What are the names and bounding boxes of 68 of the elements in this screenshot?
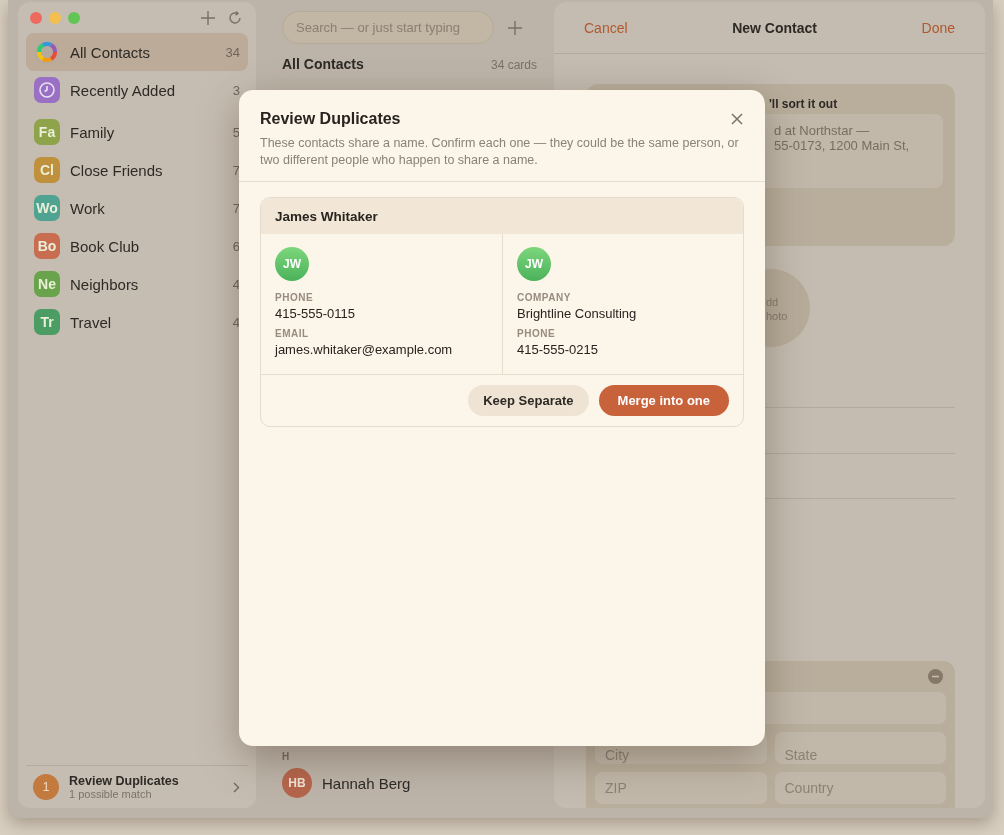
notes-text: 55-0173, 1200 Main St, (774, 138, 911, 153)
field-label: PHONE (517, 328, 557, 339)
group-count: 4 (232, 314, 240, 330)
review-title: Review Duplicates (69, 774, 180, 788)
field-label: PHONE (275, 292, 315, 303)
card-count: 34 cards (490, 58, 537, 72)
group-initials-icon: Tr (34, 309, 60, 335)
sidebar-item[interactable]: Recently Added 3 (26, 71, 248, 109)
group-count: 7 (232, 162, 240, 178)
keep-separate-button[interactable]: Keep Separate (468, 385, 589, 416)
color-ring-icon (34, 39, 60, 65)
close-button[interactable] (729, 111, 745, 127)
group-initials-icon: Wo (34, 195, 60, 221)
group-label: Close Friends (70, 161, 164, 179)
sidebar-item[interactable]: Cl Close Friends 7 (26, 151, 248, 189)
plus-icon[interactable] (201, 10, 215, 25)
field-label: EMAIL (275, 328, 310, 339)
group-initials-icon: Cl (34, 157, 60, 183)
zoom-icon[interactable] (68, 11, 80, 24)
group-label: Book Club (70, 237, 141, 255)
group-count: 7 (232, 200, 240, 216)
count-badge: 1 (33, 774, 59, 800)
review-duplicates-row[interactable]: 1 Review Duplicates 1 possible match (26, 765, 248, 800)
group-initials-icon: Fa (34, 119, 60, 145)
duplicate-name: James Whitaker (261, 198, 743, 234)
refresh-icon[interactable] (228, 10, 242, 25)
remove-icon[interactable] (928, 669, 943, 684)
group-label: Family (70, 123, 116, 141)
review-subtitle: 1 possible match (69, 788, 153, 800)
group-count: 34 (225, 44, 240, 60)
group-label: All Contacts (70, 43, 152, 61)
field-value: james.whitaker@example.com (275, 342, 454, 357)
group-label: Work (70, 199, 106, 217)
clock-icon (34, 77, 60, 103)
plus-icon[interactable] (508, 20, 522, 35)
group-initials-icon: Bo (34, 233, 60, 259)
sidebar-item[interactable]: Wo Work 7 (26, 189, 248, 227)
list-heading: All Contacts (282, 56, 364, 72)
notes-title: 'll sort it out (769, 97, 839, 113)
chevron-right-icon (233, 781, 240, 793)
field-value: 415-555-0215 (517, 342, 599, 357)
contact-avatar: HB (282, 768, 312, 798)
contact-avatar: JW (275, 247, 309, 281)
dialog-title: Review Duplicates (260, 110, 401, 128)
group-label: Neighbors (70, 275, 140, 293)
sidebar-item[interactable]: Ne Neighbors 4 (26, 265, 248, 303)
group-label: Recently Added (70, 81, 177, 99)
group-count: 3 (232, 82, 240, 98)
sidebar-item[interactable]: Tr Travel 4 (26, 303, 248, 341)
field-value: 415-555-0115 (275, 306, 356, 321)
group-initials-icon: Ne (34, 271, 60, 297)
group-count: 4 (232, 276, 240, 292)
contact-avatar: JW (517, 247, 551, 281)
field-label: COMPANY (517, 292, 572, 303)
sidebar-item[interactable]: All Contacts 34 (26, 33, 248, 71)
field-value: Brightline Consulting (517, 306, 638, 321)
group-count: 5 (232, 124, 240, 140)
sidebar-item[interactable]: Bo Book Club 6 (26, 227, 248, 265)
group-label: Travel (70, 313, 113, 331)
group-count: 6 (232, 238, 240, 254)
minimize-icon[interactable] (49, 11, 61, 24)
section-letter: H (282, 751, 291, 762)
sidebar-item[interactable]: Fa Family 5 (26, 113, 248, 151)
notes-text: d at Northstar — (774, 123, 871, 138)
merge-button[interactable]: Merge into one (598, 385, 729, 416)
contact-name[interactable]: Hannah Berg (322, 774, 411, 792)
editor-title: New Contact (732, 19, 817, 36)
close-icon[interactable] (30, 11, 42, 24)
